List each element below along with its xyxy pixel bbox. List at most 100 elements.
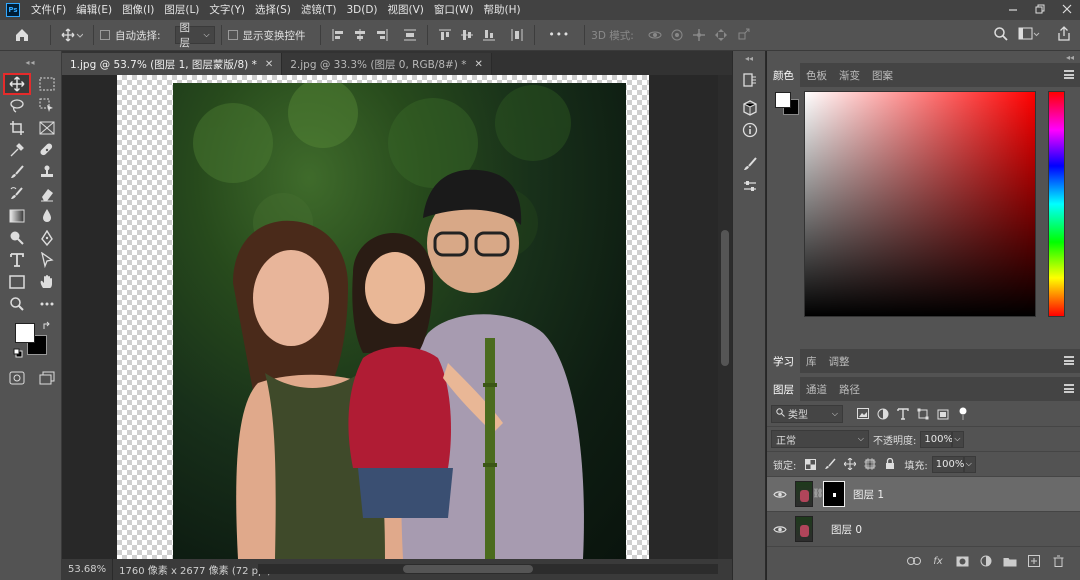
panel-menu-icon[interactable] [1064, 356, 1074, 365]
healing-brush-tool-icon[interactable] [34, 139, 62, 161]
menu-file[interactable]: 文件(F) [26, 0, 71, 20]
distribute-icon[interactable] [401, 26, 419, 44]
eyedropper-tool-icon[interactable] [3, 139, 31, 161]
layer-thumbnail[interactable] [795, 481, 813, 507]
tab-swatches[interactable]: 色板 [800, 63, 833, 87]
layer-row[interactable]: ⛓ 图层 1 [767, 477, 1080, 512]
lock-image-pixels-icon[interactable] [820, 455, 840, 473]
3d-pan-icon[interactable] [690, 26, 708, 44]
panel-collapse-icon[interactable]: ◂◂ [0, 51, 61, 73]
vertical-scrollbar[interactable] [718, 75, 732, 559]
tab-libraries[interactable]: 库 [800, 349, 823, 373]
menu-help[interactable]: 帮助(H) [479, 0, 526, 20]
lock-artboard-icon[interactable] [860, 455, 880, 473]
workspace-icon[interactable] [1018, 26, 1040, 42]
layer-effects-button[interactable]: fx [926, 551, 950, 571]
hand-tool-icon[interactable] [34, 271, 62, 293]
align-left-icon[interactable] [329, 26, 347, 44]
link-icon[interactable]: ⛓ [812, 489, 823, 499]
tab-layers[interactable]: 图层 [767, 377, 800, 401]
delete-layer-icon[interactable] [1046, 551, 1070, 571]
vertical-scroll-thumb[interactable] [721, 230, 729, 366]
align-middle-icon[interactable] [458, 26, 476, 44]
align-top-icon[interactable] [436, 26, 454, 44]
filter-type-icon[interactable] [893, 405, 913, 423]
add-mask-icon[interactable] [950, 551, 974, 571]
auto-select-dropdown[interactable]: 图层 ⌵ [174, 22, 215, 49]
saturation-brightness-picker[interactable] [804, 91, 1036, 317]
align-center-icon[interactable] [351, 26, 369, 44]
panel-menu-icon[interactable] [1064, 70, 1074, 79]
align-right-icon[interactable] [373, 26, 391, 44]
filter-adjustment-icon[interactable] [873, 405, 893, 423]
zoom-level[interactable]: 53.68% [62, 559, 114, 580]
horizontal-scrollbar[interactable] [258, 564, 718, 574]
3d-scale-icon[interactable] [734, 26, 752, 44]
show-transform-checkbox[interactable] [227, 30, 238, 40]
menu-layer[interactable]: 图层(L) [159, 0, 204, 20]
type-tool-icon[interactable] [3, 249, 31, 271]
lock-transparent-pixels-icon[interactable] [800, 455, 820, 473]
filter-shape-icon[interactable] [913, 405, 933, 423]
link-layers-icon[interactable] [902, 551, 926, 571]
3d-panel-icon[interactable] [733, 97, 767, 119]
menu-window[interactable]: 窗口(W) [429, 0, 479, 20]
lock-position-icon[interactable] [840, 455, 860, 473]
layer-name[interactable]: 图层 1 [853, 487, 884, 502]
dodge-tool-icon[interactable] [3, 227, 31, 249]
menu-image[interactable]: 图像(I) [117, 0, 159, 20]
menu-view[interactable]: 视图(V) [383, 0, 429, 20]
filter-toggle-icon[interactable] [953, 405, 973, 423]
eraser-tool-icon[interactable] [34, 183, 62, 205]
rectangle-tool-icon[interactable] [3, 271, 31, 293]
adjustment-layer-icon[interactable] [974, 551, 998, 571]
menu-3d[interactable]: 3D(D) [341, 0, 382, 20]
tab-channels[interactable]: 通道 [800, 377, 833, 401]
swap-colors-icon[interactable] [42, 321, 52, 334]
crop-tool-icon[interactable] [3, 117, 31, 139]
blend-mode-dropdown[interactable]: 正常 ⌵ [771, 430, 869, 448]
panel-menu-icon[interactable] [1064, 384, 1074, 393]
fill-input[interactable]: 100% [931, 455, 964, 473]
canvas-viewport[interactable] [62, 75, 718, 559]
gradient-tool-icon[interactable] [3, 205, 31, 227]
frame-tool-icon[interactable] [34, 117, 62, 139]
family-photo[interactable] [173, 83, 626, 559]
layer-name[interactable]: 图层 0 [831, 522, 862, 537]
brush-settings-icon[interactable] [733, 153, 767, 175]
layer-mask-thumbnail[interactable] [823, 481, 845, 507]
tab-adjustments[interactable]: 调整 [823, 349, 856, 373]
pen-tool-icon[interactable] [34, 227, 62, 249]
close-window-button[interactable] [1053, 0, 1080, 18]
more-tools-icon[interactable] [34, 293, 62, 315]
object-select-tool-icon[interactable] [34, 95, 62, 117]
eye-icon[interactable] [767, 490, 793, 499]
filter-smart-object-icon[interactable] [933, 405, 953, 423]
new-layer-icon[interactable] [1022, 551, 1046, 571]
menu-select[interactable]: 选择(S) [250, 0, 296, 20]
eye-icon[interactable] [767, 525, 793, 534]
3d-roll-icon[interactable] [668, 26, 686, 44]
3d-orbit-icon[interactable] [646, 26, 664, 44]
lasso-tool-icon[interactable] [3, 95, 31, 117]
hue-slider[interactable] [1048, 91, 1065, 317]
panel-collapse-icon[interactable]: ◂◂ [767, 51, 1080, 63]
tab-patterns[interactable]: 图案 [866, 63, 899, 87]
tab-color[interactable]: 颜色 [767, 63, 800, 87]
restore-button[interactable] [1026, 0, 1053, 18]
horizontal-scroll-thumb[interactable] [403, 565, 533, 573]
home-icon[interactable] [0, 27, 44, 43]
stamp-tool-icon[interactable] [34, 161, 62, 183]
close-icon[interactable]: ✕ [474, 59, 482, 70]
share-icon[interactable] [1057, 26, 1071, 42]
menu-edit[interactable]: 编辑(E) [71, 0, 117, 20]
panel-collapse-icon[interactable]: ◂◂ [733, 51, 765, 65]
history-panel-icon[interactable] [733, 69, 767, 91]
minimize-button[interactable] [999, 0, 1026, 18]
new-group-icon[interactable] [998, 551, 1022, 571]
document-tab-2[interactable]: 2.jpg @ 33.3% (图层 0, RGB/8#) * ✕ [282, 53, 492, 75]
align-bottom-icon[interactable] [480, 26, 498, 44]
3d-slide-icon[interactable] [712, 26, 730, 44]
tab-learn[interactable]: 学习 [767, 349, 800, 373]
brush-tool-icon[interactable] [3, 161, 31, 183]
